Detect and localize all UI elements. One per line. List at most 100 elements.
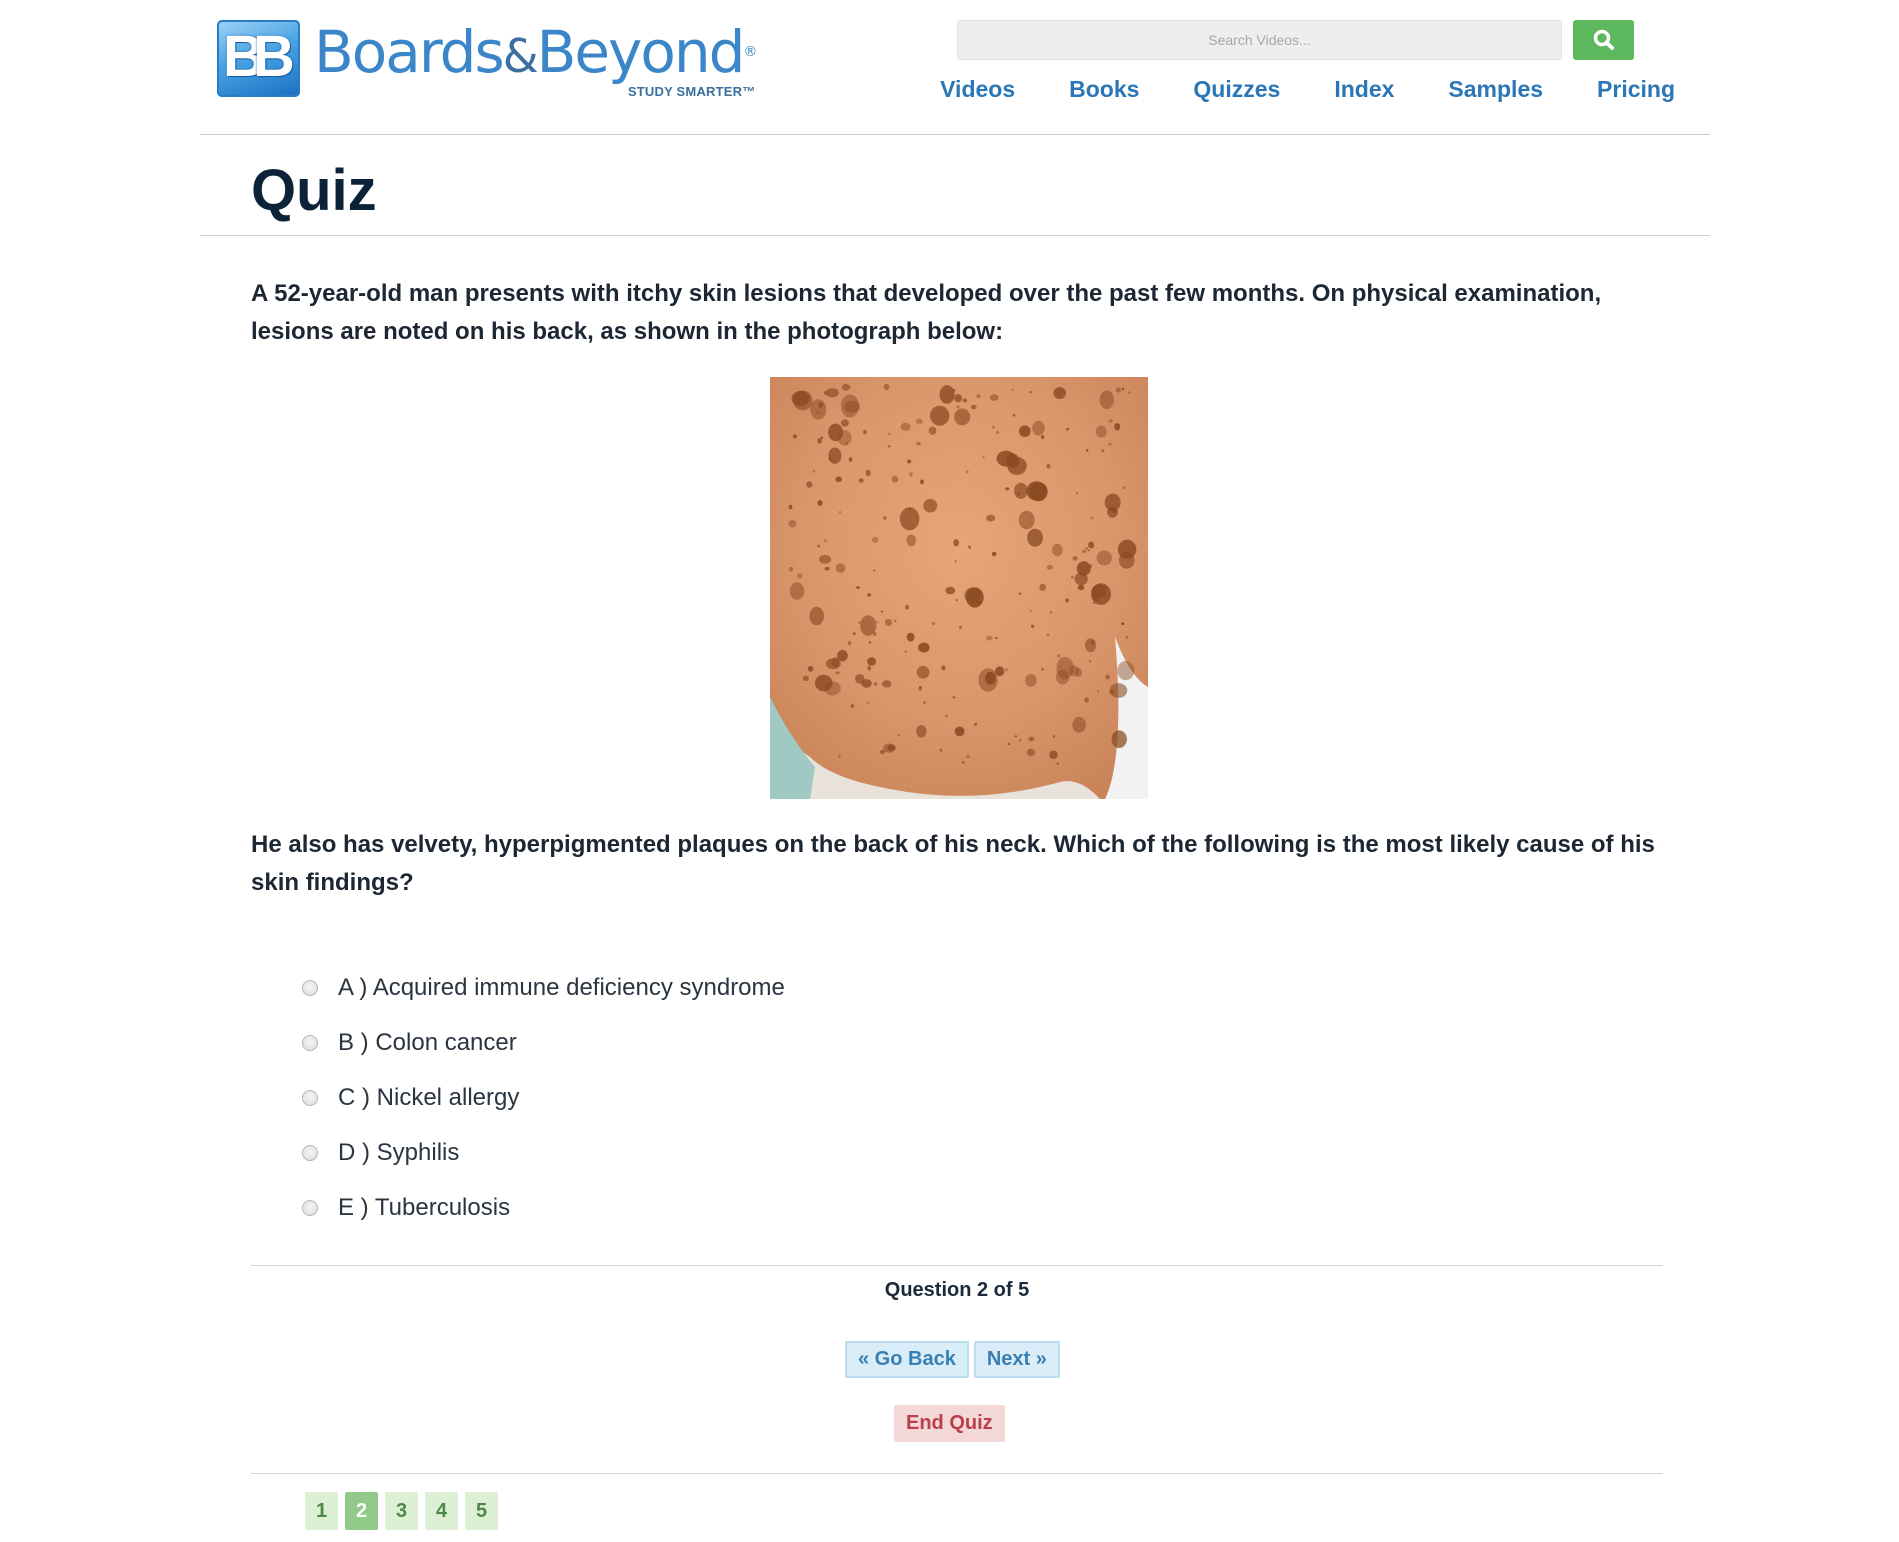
lesion-spot — [883, 743, 896, 753]
lesion-spot — [1082, 549, 1087, 553]
lesion-spot — [1117, 539, 1137, 559]
end-quiz-button[interactable]: End Quiz — [894, 1405, 1005, 1442]
lesion-spot — [954, 559, 957, 563]
lesion-spot — [995, 666, 1005, 677]
lesion-spot — [945, 714, 948, 718]
page-button-4[interactable]: 4 — [425, 1492, 458, 1530]
lesion-spot — [789, 582, 805, 600]
lesion-spot — [835, 563, 846, 573]
next-button[interactable]: Next » — [973, 1341, 1060, 1378]
nav-quizzes[interactable]: Quizzes — [1193, 76, 1280, 103]
radio-b[interactable] — [302, 1034, 318, 1051]
lesion-spot — [1014, 735, 1018, 738]
lesion-spot — [1041, 668, 1044, 671]
lesion-spot — [1018, 738, 1022, 742]
radio-d[interactable] — [302, 1144, 318, 1161]
lesion-spot — [855, 674, 865, 684]
lesion-spot — [1018, 592, 1022, 595]
radio-c[interactable] — [302, 1089, 318, 1106]
lesion-spot — [1032, 420, 1045, 436]
lesion-spot — [1091, 584, 1107, 598]
clinical-photo — [770, 377, 1148, 799]
lesion-spot — [1028, 390, 1033, 394]
lesion-spot — [858, 621, 861, 624]
lesion-spot — [1114, 423, 1121, 431]
lesion-spot — [1049, 750, 1058, 760]
question-stem-prompt: He also has velvety, hyperpigmented plaq… — [251, 831, 1655, 896]
lesion-spot — [1096, 690, 1100, 693]
lesion-spot — [1014, 482, 1028, 499]
search-input[interactable]: Search Videos... — [957, 20, 1562, 60]
lesion-spot — [986, 514, 996, 522]
lesion-spot — [897, 733, 901, 737]
brand-logo[interactable]: B B Boards&Beyond® STUDY SMARTER™ — [217, 20, 757, 100]
page-button-1[interactable]: 1 — [305, 1492, 338, 1530]
lesion-spot — [812, 469, 816, 473]
lesion-spot — [904, 650, 907, 654]
nav-videos[interactable]: Videos — [940, 76, 1015, 103]
lesion-spot — [991, 551, 997, 557]
lesion-spot — [884, 618, 893, 626]
lesion-spot — [835, 476, 842, 483]
lesion-spot — [1005, 668, 1008, 672]
lesion-spot — [1105, 674, 1110, 680]
lesion-spot — [824, 391, 827, 395]
go-back-button[interactable]: « Go Back — [845, 1341, 969, 1378]
lesion-spot — [1096, 550, 1112, 566]
lesion-spot — [873, 682, 878, 686]
lesion-spot — [1084, 697, 1089, 703]
lesion-spot — [856, 586, 860, 589]
choice-a[interactable]: A ) Acquired immune deficiency syndrome — [302, 960, 785, 1015]
lesion-spot — [788, 566, 794, 572]
lesion-spot — [824, 566, 830, 571]
divider — [251, 1265, 1663, 1266]
page-button-2[interactable]: 2 — [345, 1492, 378, 1530]
choice-b[interactable]: B ) Colon cancer — [302, 1015, 785, 1070]
lesion-spot — [1088, 541, 1095, 549]
lesion-spot — [1092, 602, 1096, 604]
nav-pricing[interactable]: Pricing — [1597, 76, 1675, 103]
nav-books[interactable]: Books — [1069, 76, 1139, 103]
lesion-spot — [867, 593, 872, 597]
choice-c[interactable]: C ) Nickel allergy — [302, 1070, 785, 1125]
lesion-spot — [840, 419, 849, 427]
page-button-3[interactable]: 3 — [385, 1492, 418, 1530]
lesion-spot — [806, 481, 813, 488]
lesion-spot — [1101, 449, 1105, 453]
lesion-spot — [873, 569, 876, 572]
lesion-spot — [954, 726, 965, 737]
lesion-spot — [883, 383, 890, 391]
lesion-spot — [865, 469, 871, 477]
lesion-spot — [916, 418, 923, 425]
lesion-spot — [793, 390, 813, 411]
search-button[interactable] — [1573, 20, 1634, 60]
lesion-spot — [996, 430, 1000, 434]
lesion-spot — [1117, 661, 1135, 681]
lesion-spot — [1076, 561, 1091, 576]
lesion-spot — [1128, 391, 1131, 394]
lesion-spot — [883, 516, 887, 520]
lesion-spot — [945, 586, 956, 595]
page-button-5[interactable]: 5 — [465, 1492, 498, 1530]
radio-e[interactable] — [302, 1199, 318, 1216]
choice-e[interactable]: E ) Tuberculosis — [302, 1180, 785, 1235]
radio-a[interactable] — [302, 979, 318, 996]
lesion-spot — [1059, 665, 1062, 668]
lesion-spot — [909, 472, 913, 477]
lesion-spot — [1095, 425, 1107, 438]
lesion-spot — [952, 696, 956, 699]
search-icon — [1593, 29, 1614, 50]
lesion-spot — [962, 761, 965, 764]
lesion-spot — [868, 640, 872, 644]
lesion-spot — [1057, 654, 1061, 658]
choice-d[interactable]: D ) Syphilis — [302, 1125, 785, 1180]
nav-samples[interactable]: Samples — [1448, 76, 1543, 103]
answer-choices: A ) Acquired immune deficiency syndrome … — [302, 960, 785, 1235]
page-title-bar: Quiz — [200, 135, 1710, 236]
lesion-spot — [876, 621, 879, 624]
lesion-spot — [954, 394, 962, 403]
lesion-spot — [838, 755, 841, 758]
lesion-spot — [835, 671, 840, 675]
lesion-spot — [1030, 624, 1035, 629]
nav-index[interactable]: Index — [1334, 76, 1394, 103]
